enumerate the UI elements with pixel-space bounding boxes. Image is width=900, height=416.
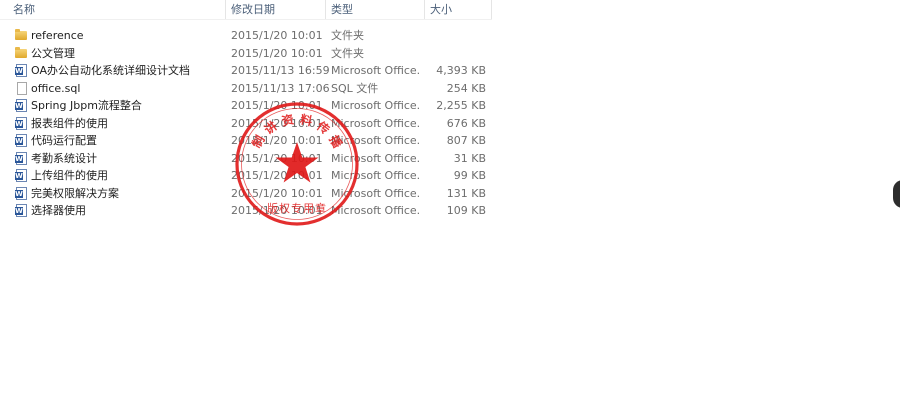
file-size: 807 KB (446, 134, 486, 147)
seal-arc-char: 讲 (261, 118, 280, 137)
file-name: reference (31, 29, 84, 42)
folder-icon (15, 46, 28, 60)
file-size: 4,393 KB (436, 64, 486, 77)
file-name: office.sql (31, 81, 81, 95)
sql-file-icon (15, 81, 28, 95)
file-name: 报表组件的使用 (31, 116, 108, 130)
word-document-icon (15, 204, 28, 217)
word-document-icon (15, 151, 28, 165)
word-document-icon (15, 134, 28, 147)
seal-arc-char: 播 (326, 133, 345, 152)
column-header-size[interactable]: 大小 (424, 0, 492, 19)
column-header-bar: ^ 名称 修改日期 类型 大小 (0, 0, 492, 20)
file-name: Spring Jbpm流程整合 (31, 99, 142, 112)
file-row[interactable]: reference 2015/1/20 10:01 文件夹 (0, 27, 492, 45)
seal-arc-char: 传 (313, 117, 332, 137)
file-row[interactable]: office.sql 2015/11/13 17:06 SQL 文件 254 KB (0, 80, 492, 98)
file-type: SQL 文件 (331, 81, 379, 95)
seal-arc-char: 制 (249, 133, 268, 151)
file-size: 99 KB (453, 169, 486, 182)
copyright-seal: 制讲资料传播 版权专用章 (235, 102, 359, 226)
column-header-type[interactable]: 类型 (325, 0, 423, 19)
file-name: 上传组件的使用 (31, 169, 108, 182)
file-size: 254 KB (446, 81, 486, 95)
file-size: 31 KB (453, 151, 486, 165)
file-row[interactable]: 公文管理 2015/1/20 10:01 文件夹 (0, 45, 492, 63)
file-size: 109 KB (446, 204, 486, 217)
seal-arc-char: 资 (280, 111, 295, 128)
file-modified-date: 2015/11/13 17:06 (231, 81, 330, 95)
file-name: 完美权限解决方案 (31, 186, 119, 200)
file-type: 文件夹 (331, 46, 364, 60)
file-name: OA办公自动化系统详细设计文档 (31, 64, 190, 77)
folder-icon (15, 29, 28, 42)
file-name: 公文管理 (31, 46, 75, 60)
file-size: 2,255 KB (436, 99, 486, 112)
side-panel-handle[interactable] (893, 180, 900, 208)
word-document-icon (15, 186, 28, 200)
file-modified-date: 2015/1/20 10:01 (231, 29, 323, 42)
file-size: 676 KB (446, 116, 486, 130)
word-document-icon (15, 64, 28, 77)
file-modified-date: 2015/1/20 10:01 (231, 46, 323, 60)
file-name: 考勤系统设计 (31, 151, 97, 165)
column-header-name[interactable]: 名称 (8, 0, 224, 19)
seal-center-text: 版权专用章 (267, 201, 327, 215)
file-type: Microsoft Office... (331, 64, 419, 77)
word-document-icon (15, 116, 28, 130)
column-header-date[interactable]: 修改日期 (225, 0, 324, 19)
file-name: 代码运行配置 (31, 134, 97, 147)
file-row[interactable]: OA办公自动化系统详细设计文档 2015/11/13 16:59Microsoft… (0, 62, 492, 80)
file-name: 选择器使用 (31, 204, 86, 217)
file-modified-date: 2015/11/13 16:59 (231, 64, 330, 77)
word-document-icon (15, 99, 28, 112)
seal-star-icon (275, 142, 319, 183)
file-type: 文件夹 (331, 29, 364, 42)
file-size: 131 KB (446, 186, 486, 200)
seal-arc-char: 料 (299, 111, 314, 128)
word-document-icon (15, 169, 28, 182)
